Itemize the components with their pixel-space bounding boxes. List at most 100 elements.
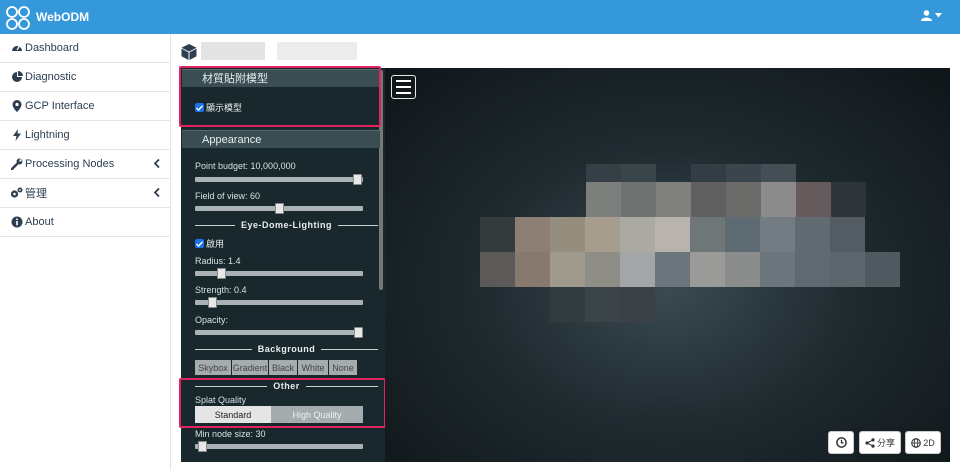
background-option-none[interactable]: None [329,360,358,375]
pixelated-content [830,217,865,252]
map-marker-icon [10,100,23,113]
pixelated-content [585,217,620,252]
info-icon [10,216,23,229]
pixelated-content [550,287,585,322]
chevron-left-icon [154,188,160,197]
pixelated-content [796,182,831,217]
sidebar-item-label: 管理 [25,188,47,200]
user-menu[interactable] [921,10,942,21]
caret-down-icon [935,13,942,18]
sidebar-item-processing-nodes[interactable]: Processing Nodes [0,150,170,179]
bolt-icon [10,129,23,142]
share-label: 分享 [876,438,895,448]
pixelated-content [515,252,550,287]
pixelated-content [620,287,655,322]
slider-thumb[interactable] [207,297,217,308]
sidebar-item-gcp-interface[interactable]: GCP Interface [0,92,170,121]
chevron-left-icon [154,159,160,168]
cogs-icon [10,187,23,200]
sidebar-item-label: Dashboard [25,42,79,54]
pixelated-content [760,252,795,287]
background-option-black[interactable]: Black [269,360,298,375]
edl-title: Eye-Dome-Lighting [241,220,332,230]
view-2d-label: 2D [923,437,935,448]
sidebar-item-label: Diagnostic [25,71,77,83]
pixelated-content [621,182,656,217]
pixelated-content [620,252,655,287]
pixelated-content [690,252,725,287]
wrench-icon [10,158,23,171]
reset-view-button[interactable] [828,431,854,454]
edl-radius-label: Radius: 1.4 [195,256,241,266]
view-2d-button[interactable]: 2D [905,431,941,454]
share-button[interactable]: 分享 [859,431,901,454]
point-budget-label: Point budget: 10,000,000 [195,161,296,171]
sidebar: Dashboard Diagnostic GCP Interface Light… [0,34,171,470]
edl-enable-checkbox[interactable]: 啟用 [195,237,224,250]
highlight-texture-section [179,66,381,127]
appearance-header[interactable]: Appearance [182,130,380,148]
slider-thumb[interactable] [353,174,363,185]
pixelated-content [830,252,865,287]
edl-opacity-slider[interactable] [195,327,363,338]
sidebar-item-about[interactable]: About [0,208,170,237]
pixelated-content [585,287,620,322]
min-node-size-label: Min node size: 30 [195,429,266,439]
background-option-skybox[interactable]: Skybox [195,360,232,375]
checkbox-checked-icon [195,239,204,248]
menu-toggle-button[interactable] [391,75,416,99]
pixelated-content [550,252,585,287]
edl-opacity-label: Opacity: [195,315,229,325]
sidebar-item-diagnostic[interactable]: Diagnostic [0,63,170,92]
sidebar-item-admin[interactable]: 管理 [0,179,170,208]
edl-section-title: Eye-Dome-Lighting [195,219,378,231]
point-budget-slider[interactable] [195,174,363,185]
background-option-white[interactable]: White [298,360,329,375]
sidebar-item-label: Processing Nodes [25,158,115,170]
edl-strength-slider[interactable] [195,297,363,308]
pixelated-content [795,252,830,287]
sidebar-item-lightning[interactable]: Lightning [0,121,170,150]
edl-enable-label: 啟用 [206,239,225,249]
field-of-view-label: Field of view: 60 [195,191,261,201]
min-node-size-slider[interactable] [195,441,363,452]
user-icon [921,10,932,21]
pixelated-content [586,182,621,217]
background-section-title: Background [195,343,379,355]
pixelated-content [480,217,515,252]
pixelated-content [585,252,620,287]
slider-thumb[interactable] [217,268,227,279]
pixelated-content [865,252,900,287]
slider-thumb[interactable] [274,203,284,214]
field-of-view-slider[interactable] [195,203,363,214]
pixelated-content [831,182,866,217]
edl-radius-slider[interactable] [195,268,363,279]
dashboard-icon [10,42,23,55]
top-navbar: WebODM [0,0,960,34]
pixelated-content [480,252,515,287]
sidebar-item-label: GCP Interface [25,100,95,112]
share-icon [865,437,875,448]
sidebar-item-label: About [25,216,54,228]
slider-thumb[interactable] [198,441,208,452]
slider-thumb[interactable] [354,327,363,338]
highlight-other-section [179,378,386,428]
pixelated-content [620,217,655,252]
pixelated-content [515,217,550,252]
pixelated-content [655,217,690,252]
hamburger-icon [396,80,411,82]
pixelated-content [726,182,761,217]
pixelated-content [725,252,760,287]
pie-chart-icon [10,71,23,84]
task-name-redacted [277,42,357,60]
brand-name[interactable]: WebODM [36,10,89,24]
clock-icon [835,437,847,448]
pixelated-content [656,182,691,217]
webodm-logo-icon[interactable] [5,5,31,31]
background-option-gradient[interactable]: Gradient [232,360,269,375]
globe-icon [911,437,922,448]
edl-strength-label: Strength: 0.4 [195,285,247,295]
sidebar-item-dashboard[interactable]: Dashboard [0,34,170,63]
pixelated-content [725,217,760,252]
project-name-redacted [201,42,265,60]
